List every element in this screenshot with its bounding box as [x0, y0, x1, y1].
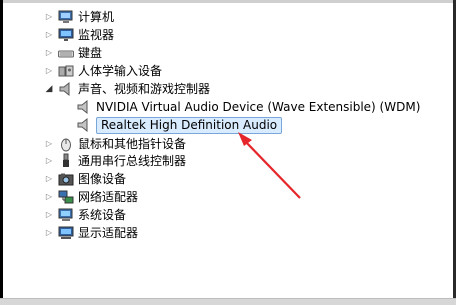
expand-arrow-icon[interactable]: ▷	[44, 188, 54, 206]
keyboard-icon	[58, 45, 74, 61]
tree-item-imaging[interactable]: ▷ 图像设备	[44, 170, 126, 188]
computer-icon	[58, 9, 74, 25]
tree-item-monitors[interactable]: ▷ 监视器	[44, 26, 114, 44]
tree-item-realtek-audio[interactable]: Realtek High Definition Audio	[76, 116, 283, 134]
tree-item-system[interactable]: ▷ 系统设备	[44, 206, 126, 224]
expand-arrow-icon[interactable]: ▷	[44, 8, 54, 26]
hid-icon	[58, 63, 74, 79]
expand-arrow-icon[interactable]: ▷	[44, 152, 54, 170]
usb-icon	[58, 153, 74, 169]
expand-arrow-icon[interactable]: ▷	[44, 135, 54, 153]
tree-item-nvidia-audio[interactable]: NVIDIA Virtual Audio Device (Wave Extens…	[76, 98, 420, 116]
monitor-icon	[58, 27, 74, 43]
mouse-icon	[58, 136, 74, 152]
collapse-arrow-icon[interactable]: ◢	[44, 80, 54, 98]
tree-item-usb[interactable]: ▷ 通用串行总线控制器	[44, 152, 186, 170]
expand-arrow-icon[interactable]: ▷	[44, 206, 54, 224]
expand-arrow-icon[interactable]: ▷	[44, 62, 54, 80]
tree-item-network[interactable]: ▷ 网络适配器	[44, 188, 138, 206]
tree-item-mice[interactable]: ▷ 鼠标和其他指针设备	[44, 135, 186, 153]
tree-item-sound[interactable]: ◢ 声音、视频和游戏控制器	[44, 80, 210, 98]
camera-icon	[58, 171, 74, 187]
tree-item-display[interactable]: ▷ 显示适配器	[44, 224, 138, 242]
system-icon	[58, 207, 74, 223]
tree-item-hid[interactable]: ▷ 人体学输入设备	[44, 62, 162, 80]
top-edge	[3, 0, 453, 3]
display-adapter-icon	[58, 225, 74, 241]
speaker-icon	[76, 117, 92, 133]
tree-item-keyboards[interactable]: ▷ 键盘	[44, 44, 102, 62]
tree-item-computer[interactable]: ▷ 计算机	[44, 8, 114, 26]
bottom-edge	[0, 298, 456, 305]
network-icon	[58, 189, 74, 205]
expand-arrow-icon[interactable]: ▷	[44, 170, 54, 188]
expand-arrow-icon[interactable]: ▷	[44, 224, 54, 242]
speaker-icon	[76, 99, 92, 115]
expand-arrow-icon[interactable]: ▷	[44, 26, 54, 44]
speaker-icon	[58, 81, 74, 97]
expand-arrow-icon[interactable]: ▷	[44, 44, 54, 62]
